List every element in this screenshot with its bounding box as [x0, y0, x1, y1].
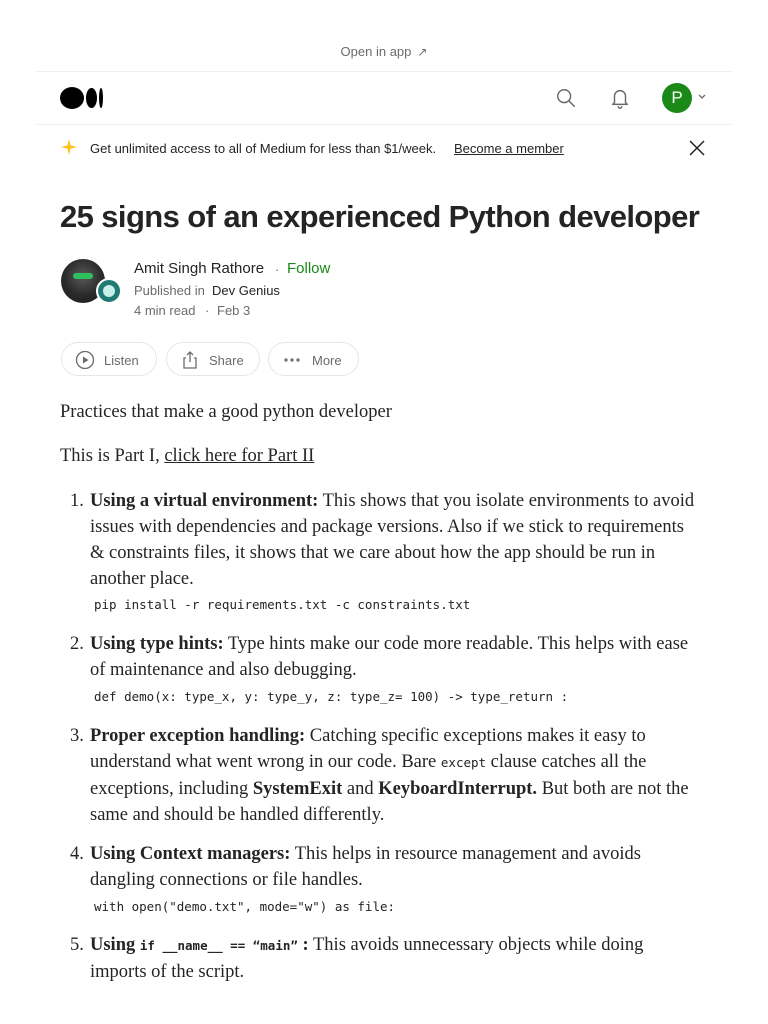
part-prefix: This is Part I,	[60, 446, 165, 466]
bell-icon[interactable]	[609, 86, 631, 110]
code-snippet: def demo(x: type_x, y: type_y, z: type_z…	[94, 689, 569, 704]
item-text-line: exceptions, including	[90, 779, 253, 799]
item-text-line: This avoids unnecessary objects while do…	[308, 935, 644, 955]
play-icon	[75, 350, 95, 370]
list-number: 5.	[70, 935, 84, 955]
item-text-line: & constraints files, it shows that we ca…	[90, 543, 656, 563]
item-text-line: imports of the script.	[90, 962, 245, 982]
list-item-text: Using a virtual environment: This shows …	[90, 488, 714, 592]
open-in-app-label[interactable]: Open in app	[341, 44, 412, 59]
article-title: 25 signs of an experienced Python develo…	[60, 199, 700, 234]
code-snippet: pip install -r requirements.txt -c const…	[94, 597, 471, 612]
item-text-line: another place.	[90, 569, 194, 589]
list-number: 4.	[70, 844, 84, 864]
item-heading: Using a virtual environment:	[90, 491, 319, 511]
share-label: Share	[209, 353, 244, 368]
more-dots-icon	[284, 358, 300, 362]
author-name[interactable]: Amit Singh Rathore	[134, 260, 264, 277]
list-number: 1.	[70, 491, 84, 511]
follow-button[interactable]: Follow	[287, 260, 330, 277]
read-time: 4 min read	[134, 303, 196, 318]
item-text-line: issues with dependencies and package ver…	[90, 517, 684, 537]
bold-term: KeyboardInterrupt.	[378, 779, 538, 799]
bold-term: SystemExit	[252, 779, 343, 799]
header-divider	[36, 124, 732, 125]
item-text-line: dangling connections or file handles.	[90, 870, 363, 890]
item-text-line: Catching specific exceptions makes it ea…	[305, 726, 646, 746]
top-divider	[36, 71, 732, 72]
list-number: 3.	[70, 726, 84, 746]
article-intro: Practices that make a good python develo…	[60, 402, 392, 422]
list-number: 2.	[70, 634, 84, 654]
become-member-link[interactable]: Become a member	[454, 141, 564, 156]
part-ii-link[interactable]: click here for Part II	[164, 446, 314, 466]
separator-dot: ·	[205, 303, 210, 318]
code-snippet: with open("demo.txt", mode="w") as file:	[94, 899, 396, 914]
item-heading: Proper exception handling:	[90, 726, 306, 746]
item-text-line: same and should be handled differently.	[90, 805, 385, 825]
published-in-label: Published in	[134, 283, 205, 298]
more-button[interactable]: More	[268, 342, 359, 376]
banner-text: Get unlimited access to all of Medium fo…	[90, 141, 437, 156]
medium-logo[interactable]	[60, 87, 104, 109]
item-text-line: This helps in resource management and av…	[290, 844, 641, 864]
part-paragraph: This is Part I, click here for Part II	[60, 446, 314, 467]
inline-code: except	[440, 755, 487, 770]
list-item-text: Using type hints: Type hints make our co…	[90, 631, 714, 683]
publish-date: Feb 3	[217, 303, 251, 318]
top-navigation-bar: P	[60, 80, 708, 116]
publication-name[interactable]: Dev Genius	[212, 283, 280, 298]
membership-banner: Get unlimited access to all of Medium fo…	[60, 138, 710, 160]
user-avatar[interactable]: P	[662, 83, 692, 113]
share-button[interactable]: Share	[166, 342, 260, 376]
list-item-text: Proper exception handling: Catching spec…	[90, 723, 714, 828]
publication-avatar[interactable]	[96, 278, 122, 304]
item-heading: Using Context managers:	[90, 844, 291, 864]
listen-label: Listen	[104, 353, 139, 368]
share-icon	[183, 351, 197, 369]
item-heading: Using type hints:	[90, 634, 224, 654]
separator-dot: ·	[275, 262, 280, 277]
search-icon[interactable]	[555, 87, 577, 109]
item-text-line: and	[342, 779, 379, 799]
sparkle-icon	[61, 139, 77, 155]
listen-button[interactable]: Listen	[61, 342, 157, 376]
list-item-text: Using Context managers: This helps in re…	[90, 841, 714, 893]
item-text-line: of maintenance and also debugging.	[90, 660, 357, 680]
item-text-line: understand what went wrong in our code. …	[90, 752, 441, 772]
item-text-line: This shows that you isolate environments…	[318, 491, 695, 511]
close-icon[interactable]	[688, 139, 706, 157]
open-in-app-link[interactable]: Open in app ↗	[0, 44, 768, 59]
item-heading: Using	[90, 935, 136, 955]
list-item-text: Using if __name__ == “main” : This avoid…	[90, 932, 714, 985]
more-label: More	[312, 353, 342, 368]
inline-code: if __name__ == “main”	[139, 938, 298, 953]
item-text-line: Type hints make our code more readable. …	[223, 634, 689, 654]
chevron-down-icon[interactable]	[697, 92, 707, 102]
item-text-line: But both are not the	[537, 779, 689, 799]
item-text-line: clause catches all the	[486, 752, 647, 772]
arrow-up-right-icon: ↗	[417, 45, 428, 59]
